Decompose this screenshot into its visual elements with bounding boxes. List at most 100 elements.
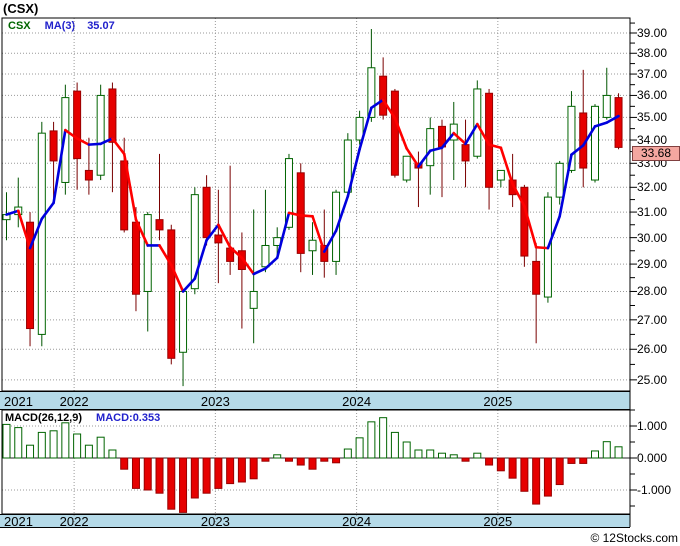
macd-bar	[449, 454, 458, 459]
macd-bar	[155, 457, 164, 494]
candle-body	[108, 88, 117, 143]
candle-body	[73, 90, 82, 160]
ma-line-segment	[299, 214, 314, 218]
candle-body	[390, 90, 399, 176]
candle-body	[402, 155, 411, 181]
candle-body	[249, 290, 258, 309]
candle-body	[296, 172, 305, 254]
macd-bar	[73, 433, 82, 459]
macd-bar	[26, 444, 35, 459]
candle-body	[84, 169, 93, 181]
candle-body	[37, 132, 46, 335]
macd-bar	[543, 457, 552, 497]
macd-bar	[273, 454, 282, 459]
stock-chart-page: (CSX) CSX MA(3) 35.07 MACD(26,12,9) MACD:0.…	[0, 0, 680, 546]
macd-tick-label: 0.000	[637, 451, 668, 465]
macd-bar	[473, 452, 482, 459]
candle-body	[202, 186, 211, 239]
price-tick-label: 31.00	[637, 205, 668, 220]
macd-bar	[402, 441, 411, 459]
macd-bar	[14, 427, 23, 459]
candle-body	[461, 144, 470, 162]
price-tick-label: 27.00	[637, 312, 668, 327]
year-label-top: 2025	[483, 393, 513, 409]
price-tick-label: 32.00	[637, 180, 668, 195]
candle-body	[261, 244, 270, 268]
macd-bar	[190, 457, 199, 499]
macd-bar	[320, 457, 329, 462]
macd-bar	[414, 449, 423, 459]
macd-bar	[237, 457, 246, 483]
candle-body	[496, 169, 505, 181]
candle-body	[49, 130, 58, 162]
price-tick-label: 36.00	[637, 88, 668, 103]
macd-bar	[591, 450, 599, 459]
last-price-badge: 33.68	[632, 146, 680, 161]
macd-bar	[437, 452, 446, 459]
macd-bar	[49, 430, 58, 459]
candle-body	[131, 221, 140, 295]
macd-bar	[143, 457, 152, 491]
candle-body	[591, 105, 599, 181]
macd-bar	[379, 417, 388, 459]
candle-body	[96, 94, 105, 176]
macd-bar	[202, 457, 211, 494]
candle-body	[167, 229, 176, 359]
macd-bar	[131, 457, 140, 489]
candle-body	[555, 162, 564, 198]
price-tick-label: 29.00	[637, 257, 668, 272]
macd-bar	[167, 457, 176, 510]
chart-canvas	[1, 17, 637, 527]
macd-bar	[108, 449, 117, 459]
macd-bar	[426, 449, 435, 459]
price-tick-label: 28.00	[637, 284, 668, 299]
ma-line-segment	[252, 267, 267, 276]
year-label-bottom: 2022	[59, 514, 89, 529]
macd-bar	[343, 448, 352, 459]
macd-bar	[355, 437, 364, 459]
ma-line-segment	[534, 245, 550, 250]
macd-tick-label: -1.000	[637, 483, 672, 497]
candle-body	[602, 94, 611, 118]
price-tick-label: 30.00	[637, 230, 668, 245]
candle-body	[214, 234, 223, 244]
year-label-bottom: 2021	[4, 514, 33, 529]
price-tick-label: 38.00	[637, 46, 668, 61]
price-tick-label: 34.00	[637, 133, 668, 148]
year-label-bottom: 2023	[200, 514, 230, 529]
macd-bar	[84, 444, 93, 459]
macd-bar	[249, 457, 258, 480]
ma-line-segment	[275, 211, 291, 260]
macd-bar	[96, 436, 105, 459]
macd-bar	[555, 457, 564, 486]
candle-body	[143, 214, 152, 292]
macd-bar	[532, 457, 541, 505]
year-label-bottom: 2024	[342, 514, 372, 529]
macd-bar	[485, 457, 494, 466]
price-tick-label: 26.00	[637, 342, 668, 357]
price-tick-label: 37.00	[637, 67, 668, 82]
year-label-top: 2021	[4, 393, 33, 409]
candle-body	[379, 75, 388, 116]
macd-bar	[461, 457, 470, 462]
macd-bar	[496, 457, 505, 472]
macd-bar	[61, 422, 70, 459]
macd-bar	[308, 457, 317, 470]
macd-bar	[332, 457, 341, 464]
candle-body	[520, 186, 529, 257]
macd-bar	[567, 457, 576, 464]
macd-bar	[296, 457, 305, 466]
macd-bar	[579, 457, 588, 464]
ma-line-segment	[87, 142, 102, 146]
candle-body	[473, 88, 482, 157]
year-label-top: 2023	[200, 393, 230, 409]
macd-bar	[508, 457, 517, 479]
macd-bar	[602, 441, 611, 459]
macd-bar	[520, 457, 529, 492]
candle-body	[155, 219, 164, 231]
price-tick-label: 35.00	[637, 110, 668, 125]
macd-bar	[390, 431, 399, 459]
macd-bar	[284, 457, 293, 462]
candle-body	[308, 239, 317, 252]
candle-body	[179, 290, 188, 353]
